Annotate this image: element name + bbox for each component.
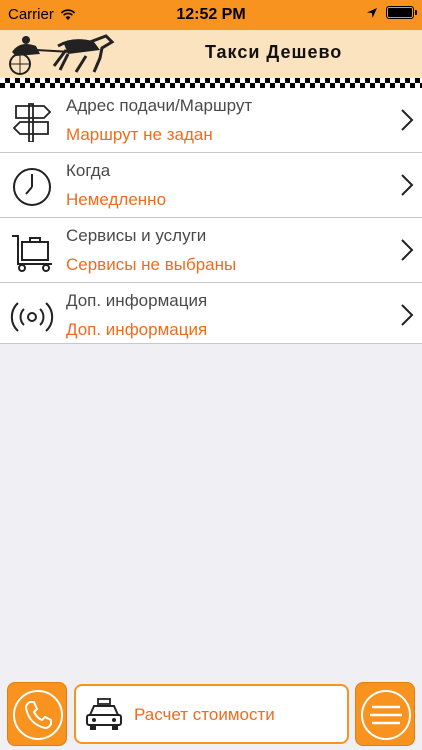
menu-item-route[interactable]: Адрес подачи/Маршрут Маршрут не задан — [0, 88, 422, 153]
phone-icon — [24, 701, 52, 730]
calculate-price-label: Расчет стоимости — [134, 705, 275, 724]
app-header: Такси Дешево — [0, 30, 422, 78]
menu-item-value: Сервисы не выбраны — [66, 255, 237, 274]
taxi-car-icon — [86, 698, 122, 730]
location-arrow-icon — [367, 7, 377, 18]
menu-item-services[interactable]: Сервисы и услуги Сервисы не выбраны — [0, 218, 422, 283]
call-button[interactable] — [7, 682, 67, 746]
chevron-right-icon — [401, 174, 414, 196]
menu-item-value: Немедленно — [66, 190, 167, 209]
clock-icon — [13, 168, 51, 206]
hamburger-icon — [370, 705, 402, 725]
menu-item-value: Доп. информация — [66, 320, 208, 339]
battery-icon — [386, 6, 417, 19]
menu-button-ring — [361, 690, 411, 740]
order-menu: Адрес подачи/Маршрут Маршрут не задан Ко… — [0, 88, 422, 344]
app-title: Такси Дешево — [205, 42, 343, 62]
menu-item-value: Маршрут не задан — [66, 125, 213, 144]
signpost-icon — [12, 103, 52, 142]
chevron-right-icon — [401, 109, 414, 131]
status-bar: Carrier 12:52 PM — [0, 0, 422, 30]
menu-item-label: Когда — [66, 161, 111, 180]
calculate-price-button[interactable]: Расчет стоимости — [74, 684, 349, 744]
luggage-cart-icon — [12, 235, 52, 272]
chevron-right-icon — [401, 239, 414, 261]
main-menu-button[interactable] — [355, 682, 415, 746]
status-right-group — [366, 6, 417, 19]
horse-carriage-logo — [9, 34, 115, 75]
call-button-ring — [13, 690, 63, 740]
menu-item-label: Адрес подачи/Маршрут — [66, 96, 253, 115]
clock-time: 12:52 PM — [176, 6, 246, 23]
menu-item-when[interactable]: Когда Немедленно — [0, 153, 422, 218]
checker-stripe — [0, 78, 422, 88]
menu-item-label: Доп. информация — [66, 291, 208, 310]
broadcast-icon — [10, 302, 54, 332]
bottom-toolbar: Расчет стоимости — [0, 680, 422, 750]
chevron-right-icon — [401, 304, 414, 326]
menu-item-label: Сервисы и услуги — [66, 226, 207, 245]
menu-item-extra-info[interactable]: Доп. информация Доп. информация — [0, 283, 422, 344]
